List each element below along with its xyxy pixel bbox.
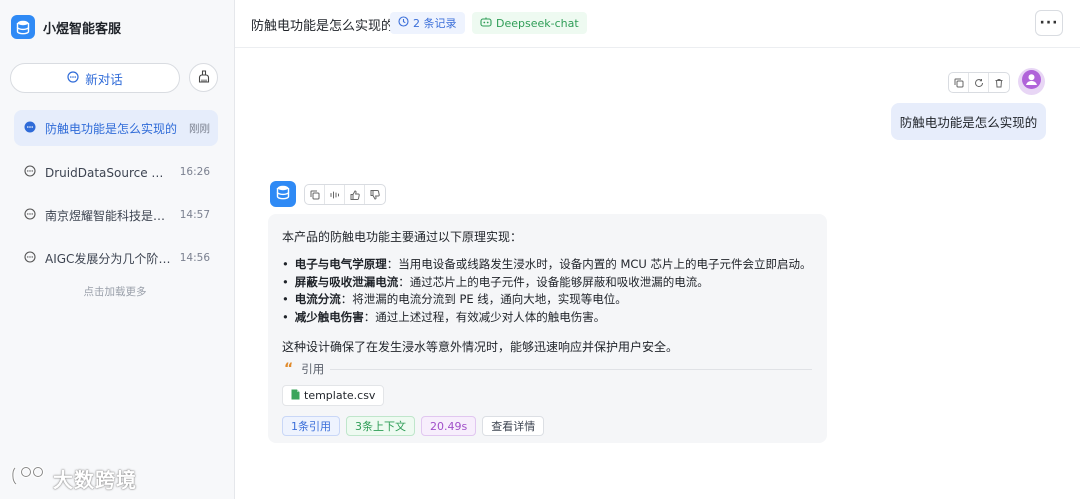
model-label: Deepseek-chat	[496, 16, 579, 30]
app-root: 小煜智能客服 新对话 防触电功能是怎么实现的 刚刚 DruidDataSourc…	[0, 0, 1080, 499]
response-time-tag: 20.49s	[421, 416, 477, 436]
brand: 小煜智能客服	[11, 15, 121, 39]
assistant-message-bubble: 本产品的防触电功能主要通过以下原理实现： 电子与电气学原理：当用电设备或线路发生…	[268, 214, 827, 443]
conversation-item[interactable]: 南京煜耀智能科技是一... 14:57	[14, 197, 218, 233]
refresh-icon[interactable]	[969, 73, 989, 92]
copy-icon[interactable]	[305, 185, 325, 204]
view-details-button[interactable]: 查看详情	[482, 416, 545, 436]
context-count-tag[interactable]: 3条上下文	[346, 416, 415, 436]
answer-meta-tags: 1条引用 3条上下文 20.49s 查看详情	[282, 416, 545, 436]
database-logo-icon	[11, 15, 35, 39]
conversation-time: 14:57	[179, 209, 210, 221]
file-icon	[291, 389, 300, 403]
conversation-time: 16:26	[179, 166, 210, 178]
bullet-term: 减少触电伤害	[294, 309, 364, 324]
clock-icon	[398, 16, 409, 30]
list-item: 屏蔽与吸收泄漏电流：通过芯片上的电子元件，设备能够屏蔽和吸收泄漏的电流。	[282, 274, 811, 292]
answer-summary: 这种设计确保了在发生浸水等意外情况时，能够迅速响应并保护用户安全。	[282, 340, 679, 354]
copy-icon[interactable]	[949, 73, 969, 92]
trash-icon[interactable]	[989, 73, 1009, 92]
watermark: 大数跨境	[9, 463, 137, 494]
citations-count-tag[interactable]: 1条引用	[282, 416, 340, 436]
chat-bubble-icon	[67, 70, 79, 86]
conversation-time: 14:56	[179, 252, 210, 264]
user-avatar	[1018, 68, 1045, 95]
conversation-item-active[interactable]: 防触电功能是怎么实现的 刚刚	[14, 110, 218, 146]
more-options-button[interactable]: ···	[1035, 10, 1063, 36]
conversation-title: 南京煜耀智能科技是一...	[45, 208, 171, 223]
bullet-text: ：通过上述过程，有效减少对人体的触电伤害。	[363, 309, 606, 324]
conversation-item[interactable]: DruidDataSource 的配... 16:26	[14, 154, 218, 190]
assistant-message-toolbar	[304, 184, 386, 205]
conversation-item[interactable]: AIGC发展分为几个阶段? 14:56	[14, 240, 218, 276]
database-logo-icon	[276, 185, 290, 204]
answer-intro: 本产品的防触电功能主要通过以下原理实现：	[282, 230, 523, 244]
broom-icon	[198, 68, 210, 87]
bullet-term: 电流分流	[294, 292, 341, 306]
bullet-term: 电子与电气学原理	[294, 257, 387, 271]
bullet-text: ：当用电设备或线路发生浸水时，设备内置的 MCU 芯片上的电子元件会立即启动。	[386, 257, 812, 271]
model-badge[interactable]: Deepseek-chat	[472, 12, 587, 34]
chat-header: 防触电功能是怎么实现的 2 条记录 Deepseek-chat ···	[235, 0, 1080, 48]
watermark-text: 大数跨境	[53, 468, 137, 492]
assistant-avatar	[270, 181, 296, 207]
chat-bubble-icon	[24, 164, 36, 180]
watermark-logo-icon	[9, 463, 49, 494]
user-message-text: 防触电功能是怎么实现的	[899, 115, 1038, 130]
sidebar: 小煜智能客服 新对话 防触电功能是怎么实现的 刚刚 DruidDataSourc…	[0, 0, 235, 499]
load-more-link[interactable]: 点击加载更多	[0, 284, 230, 299]
conversation-title: AIGC发展分为几个阶段?	[45, 251, 171, 266]
records-label: 2 条记录	[413, 17, 457, 30]
new-chat-label: 新对话	[85, 71, 123, 87]
chat-bubble-icon	[24, 250, 36, 266]
answer-bullet-list: 电子与电气学原理：当用电设备或线路发生浸水时，设备内置的 MCU 芯片上的电子元…	[282, 256, 812, 327]
user-icon	[1022, 70, 1041, 93]
speaker-icon[interactable]	[325, 185, 345, 204]
list-item: 电子与电气学原理：当用电设备或线路发生浸水时，设备内置的 MCU 芯片上的电子元…	[282, 256, 812, 274]
new-chat-button[interactable]: 新对话	[10, 63, 180, 93]
quote-icon: “	[284, 361, 294, 377]
brand-name: 小煜智能客服	[43, 21, 122, 37]
thumbs-down-icon[interactable]	[365, 185, 385, 204]
chat-bubble-icon	[24, 121, 36, 136]
user-message-toolbar	[948, 72, 1010, 93]
bullet-text: ：将泄漏的电流分流到 PE 线，通向大地，实现等电位。	[340, 292, 627, 306]
citation-header: “ 引用	[284, 361, 324, 377]
chat-title: 防触电功能是怎么实现的	[251, 19, 395, 34]
file-name: template.csv	[304, 389, 376, 402]
bullet-term: 屏蔽与吸收泄漏电流	[294, 274, 399, 289]
list-item: 减少触电伤害：通过上述过程，有效减少对人体的触电伤害。	[282, 309, 811, 327]
model-icon	[480, 17, 492, 30]
citation-file-chip[interactable]: template.csv	[282, 385, 385, 406]
list-item: 电流分流：将泄漏的电流分流到 PE 线，通向大地，实现等电位。	[282, 291, 811, 309]
conversation-title: 防触电功能是怎么实现的	[45, 121, 178, 136]
clear-history-button[interactable]	[189, 63, 218, 92]
conversation-title: DruidDataSource 的配...	[45, 165, 171, 180]
citation-label: 引用	[301, 362, 325, 376]
bullet-text: ：通过芯片上的电子元件，设备能够屏蔽和吸收泄漏的电流。	[398, 274, 709, 289]
conversation-time: 刚刚	[189, 122, 210, 135]
thumbs-up-icon[interactable]	[345, 185, 365, 204]
citation-divider	[330, 369, 812, 370]
chat-bubble-icon	[24, 207, 36, 223]
user-message-bubble: 防触电功能是怎么实现的	[891, 103, 1046, 140]
records-badge[interactable]: 2 条记录	[390, 12, 465, 34]
